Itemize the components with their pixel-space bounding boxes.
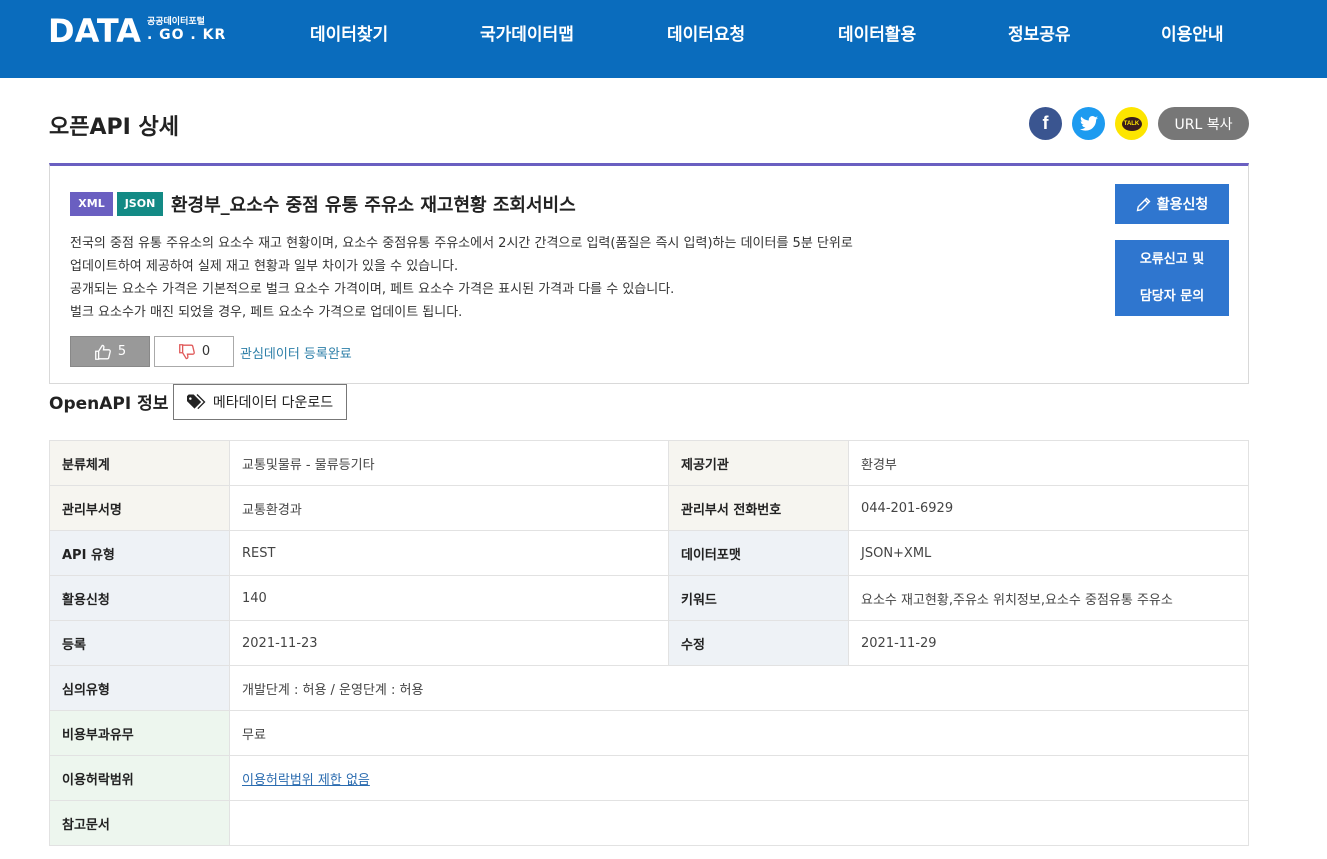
nav-data-usage[interactable]: 데이터활용 <box>838 20 916 45</box>
data-format-value: JSON+XML <box>848 530 1249 576</box>
registered-label: 등록 <box>49 620 230 666</box>
provider-value: 환경부 <box>848 440 1249 486</box>
api-heading: XML JSON 환경부_요소수 중점 유통 주유소 재고현황 조회서비스 <box>70 191 576 217</box>
table-row: 활용신청 140 키워드 요소수 재고현황,주유소 위치정보,요소수 중점유통 … <box>49 575 1249 621</box>
keyword-label: 키워드 <box>668 575 849 621</box>
kakaotalk-icon: TALK <box>1121 116 1142 131</box>
report-label-line2: 담당자 문의 <box>1139 289 1205 304</box>
apply-usage-label: 활용신청 <box>1156 197 1209 213</box>
twitter-share-button[interactable] <box>1072 107 1105 140</box>
provider-label: 제공기관 <box>668 440 849 486</box>
license-cell: 이용허락범위 제한 없음 <box>229 755 1249 801</box>
table-row: 이용허락범위 이용허락범위 제한 없음 <box>49 755 1249 801</box>
nav-guide[interactable]: 이용안내 <box>1161 20 1224 45</box>
apply-count-label: 활용신청 <box>49 575 230 621</box>
nav-find-data[interactable]: 데이터찾기 <box>310 20 388 45</box>
table-row: 참고문서 <box>49 800 1249 846</box>
url-copy-button[interactable]: URL 복사 <box>1158 107 1249 140</box>
thumbs-up-icon <box>94 344 111 360</box>
cost-label: 비용부과유무 <box>49 710 230 756</box>
api-type-label: API 유형 <box>49 530 230 576</box>
table-row: 등록 2021-11-23 수정 2021-11-29 <box>49 620 1249 666</box>
like-button[interactable]: 5 <box>70 336 150 367</box>
tag-icon <box>186 394 206 410</box>
favorite-data-link[interactable]: 관심데이터 등록완료 <box>240 343 352 362</box>
apply-usage-button[interactable]: 활용신청 <box>1115 184 1229 224</box>
category-value: 교통및물류 - 물류등기타 <box>229 440 669 486</box>
table-row: 비용부과유무 무료 <box>49 710 1249 756</box>
page-title: 오픈API 상세 <box>49 115 179 140</box>
error-report-contact-button[interactable]: 오류신고 및 담당자 문의 <box>1115 240 1229 316</box>
registered-value: 2021-11-23 <box>229 620 669 666</box>
review-type-value: 개발단계 : 허용 / 운영단계 : 허용 <box>229 665 1249 711</box>
modified-label: 수정 <box>668 620 849 666</box>
like-count: 5 <box>117 344 127 359</box>
phone-label: 관리부서 전화번호 <box>668 485 849 531</box>
keyword-value: 요소수 재고현황,주유소 위치정보,요소수 중점유통 주유소 <box>848 575 1249 621</box>
api-description: 전국의 중점 유통 주유소의 요소수 재고 현황이며, 요소수 중점유통 주유소… <box>70 232 1030 324</box>
cost-value: 무료 <box>229 710 1249 756</box>
table-row: API 유형 REST 데이터포맷 JSON+XML <box>49 530 1249 576</box>
api-type-value: REST <box>229 530 669 576</box>
top-navigation-bar: DATA 공공데이터포털 . GO . KR 데이터찾기 국가데이터맵 데이터요… <box>0 0 1327 78</box>
description-line: 전국의 중점 유통 주유소의 요소수 재고 현황이며, 요소수 중점유통 주유소… <box>70 236 853 251</box>
reference-doc-value <box>229 800 1249 846</box>
openapi-info-table: 분류체계 교통및물류 - 물류등기타 제공기관 환경부 관리부서명 교통환경과 … <box>49 440 1249 846</box>
api-summary-box: XML JSON 환경부_요소수 중점 유통 주유소 재고현황 조회서비스 전국… <box>49 163 1249 384</box>
description-line: 공개되는 요소수 가격은 기본적으로 벌크 요소수 가격이며, 페트 요소수 가… <box>70 282 675 297</box>
apply-count-value: 140 <box>229 575 669 621</box>
license-link[interactable]: 이용허락범위 제한 없음 <box>242 773 370 788</box>
xml-badge: XML <box>70 192 113 216</box>
twitter-icon <box>1079 116 1098 131</box>
kakaotalk-share-button[interactable]: TALK <box>1115 107 1148 140</box>
json-badge: JSON <box>117 192 163 216</box>
phone-value: 044-201-6929 <box>848 485 1249 531</box>
nav-national-data-map[interactable]: 국가데이터맵 <box>480 20 574 45</box>
main-nav: 데이터찾기 국가데이터맵 데이터요청 데이터활용 정보공유 이용안내 <box>0 0 1327 62</box>
table-row: 분류체계 교통및물류 - 물류등기타 제공기관 환경부 <box>49 440 1249 486</box>
pencil-icon <box>1136 197 1151 211</box>
description-line: 벌크 요소수가 매진 되었을 경우, 페트 요소수 가격으로 업데이트 됩니다. <box>70 305 463 320</box>
report-label-line1: 오류신고 및 <box>1139 252 1205 267</box>
license-label: 이용허락범위 <box>49 755 230 801</box>
nav-data-request[interactable]: 데이터요청 <box>667 20 745 45</box>
description-line: 업데이트하여 제공하여 실제 재고 현황과 일부 차이가 있을 수 있습니다. <box>70 259 459 274</box>
share-bar: f TALK URL 복사 <box>1029 107 1249 140</box>
reference-doc-label: 참고문서 <box>49 800 230 846</box>
dislike-button[interactable]: 0 <box>154 336 234 367</box>
openapi-info-title: OpenAPI 정보 <box>49 394 169 414</box>
dislike-count: 0 <box>201 344 211 359</box>
metadata-download-label: 메타데이터 다운로드 <box>212 395 334 411</box>
facebook-icon: f <box>1042 113 1049 133</box>
dept-label: 관리부서명 <box>49 485 230 531</box>
modified-value: 2021-11-29 <box>848 620 1249 666</box>
category-label: 분류체계 <box>49 440 230 486</box>
metadata-download-button[interactable]: 메타데이터 다운로드 <box>173 384 347 420</box>
dept-value: 교통환경과 <box>229 485 669 531</box>
review-type-label: 심의유형 <box>49 665 230 711</box>
facebook-share-button[interactable]: f <box>1029 107 1062 140</box>
thumbs-down-icon <box>178 343 195 359</box>
table-row: 심의유형 개발단계 : 허용 / 운영단계 : 허용 <box>49 665 1249 711</box>
api-title: 환경부_요소수 중점 유통 주유소 재고현황 조회서비스 <box>171 195 576 216</box>
nav-info-share[interactable]: 정보공유 <box>1008 20 1071 45</box>
data-format-label: 데이터포맷 <box>668 530 849 576</box>
table-row: 관리부서명 교통환경과 관리부서 전화번호 044-201-6929 <box>49 485 1249 531</box>
